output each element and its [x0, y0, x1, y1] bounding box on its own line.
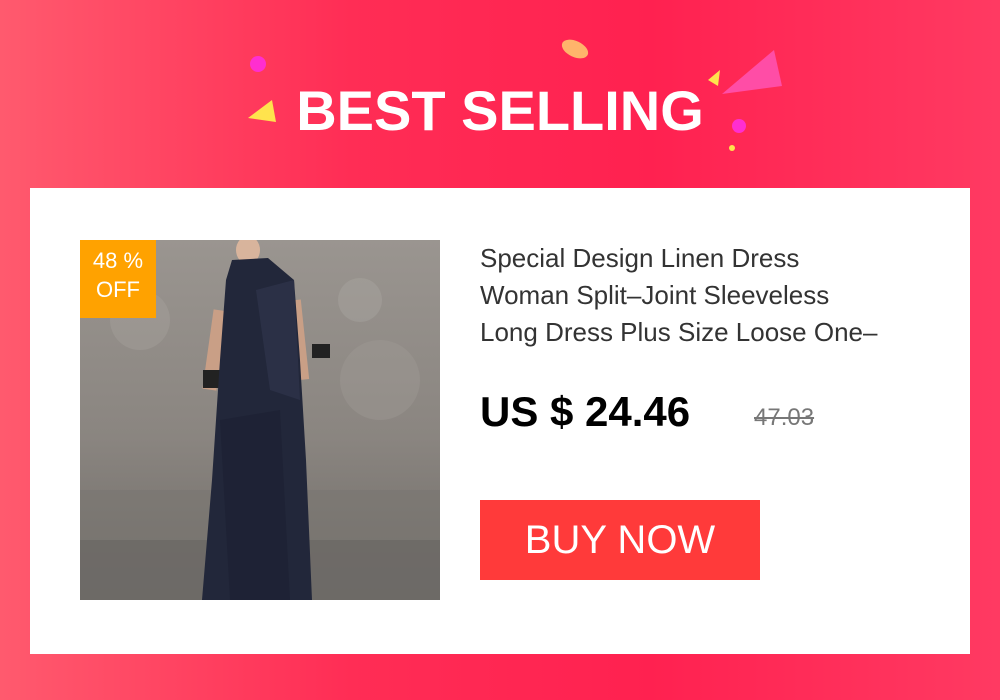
confetti-oval-orange — [561, 39, 589, 59]
discount-off-label: OFF — [96, 277, 140, 302]
sale-price: US $ 24.46 — [480, 388, 691, 435]
discount-percent: 48 % — [92, 248, 144, 273]
discount-badge: 48 % OFF — [80, 240, 156, 318]
banner-title: BEST SELLING — [296, 79, 704, 142]
product-card: 48 % OFF Special Design Linen Dress Woma… — [30, 188, 970, 654]
confetti-dot-tiny-yellow — [729, 145, 735, 151]
confetti-dot-pink — [250, 56, 266, 72]
buy-now-button[interactable]: BUY NOW — [480, 500, 760, 580]
product-title-line: Woman Split–Joint Sleeveless — [480, 280, 830, 310]
product-title[interactable]: Special Design Linen Dress Woman Split–J… — [480, 240, 940, 351]
product-image[interactable]: 48 % OFF — [80, 240, 440, 600]
product-title-line: Special Design Linen Dress — [480, 243, 800, 273]
product-title-line: Long Dress Plus Size Loose One– — [480, 317, 878, 347]
original-price: 47.03 — [754, 404, 815, 431]
